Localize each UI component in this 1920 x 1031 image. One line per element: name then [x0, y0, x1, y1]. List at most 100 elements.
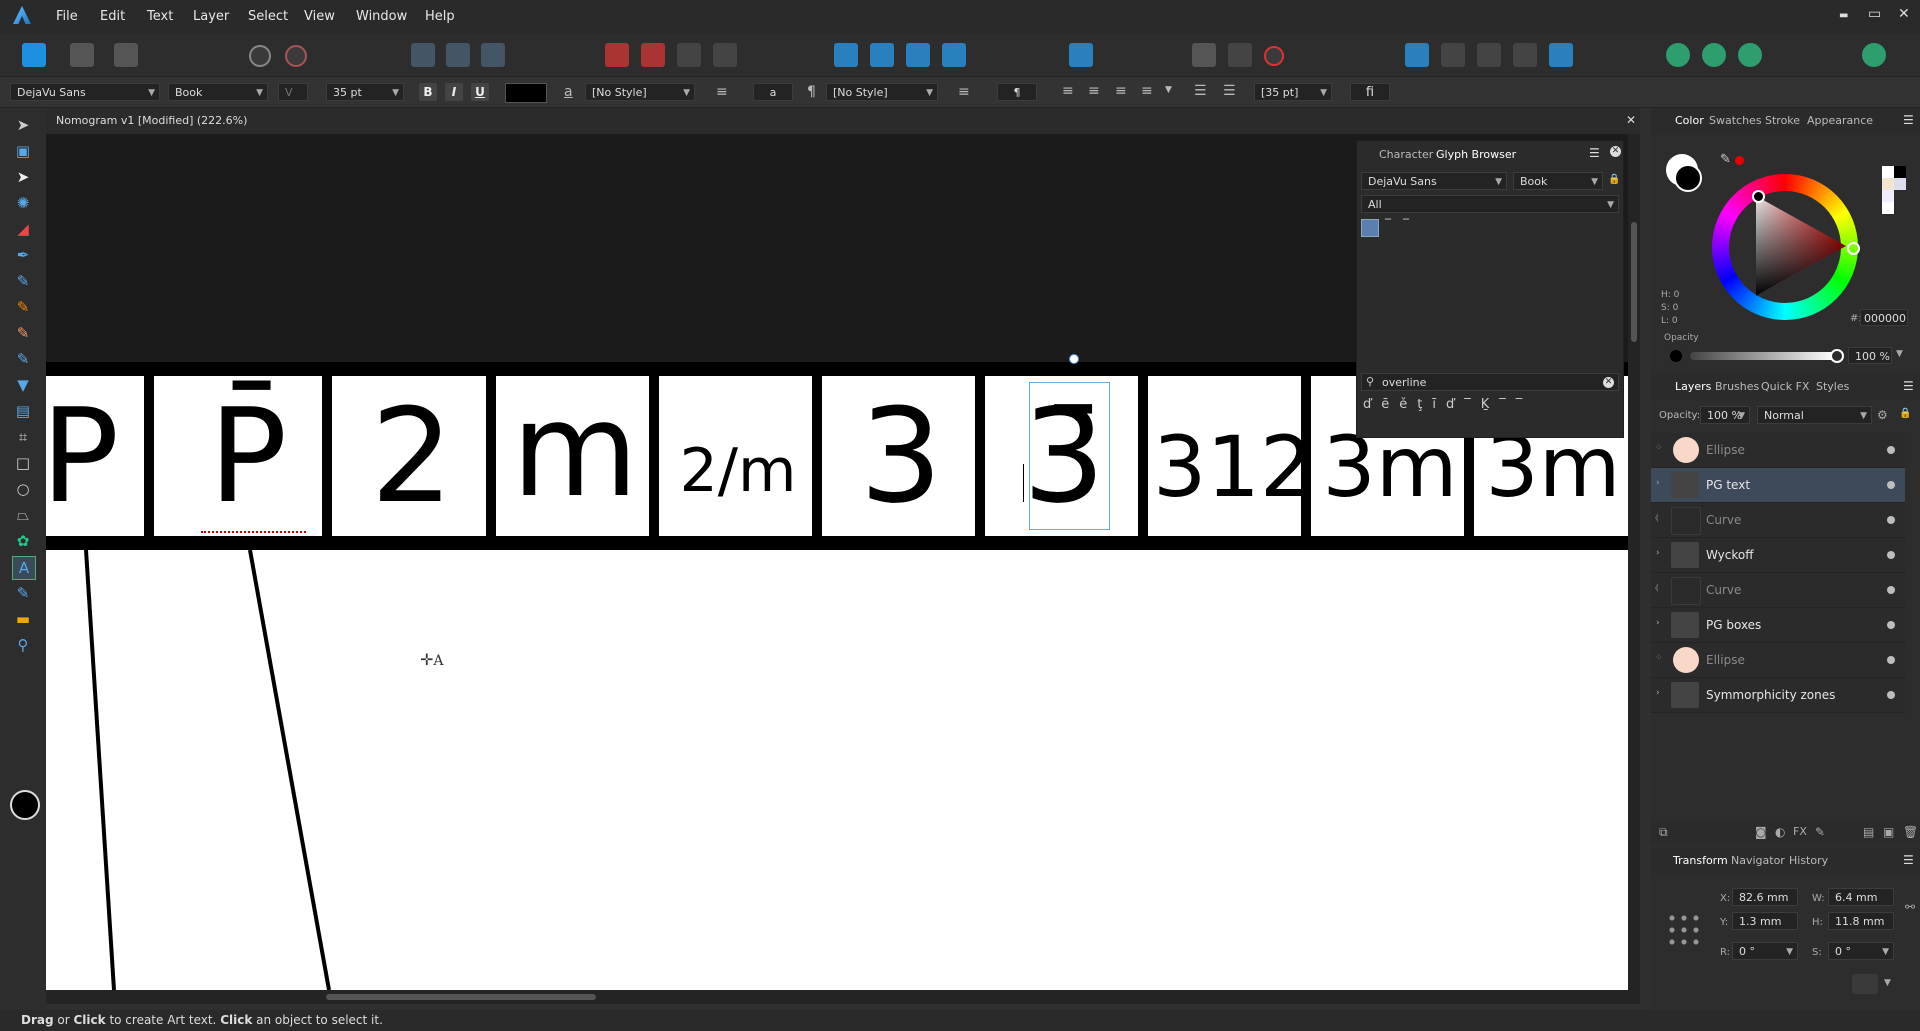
align-center-icon[interactable]: ≡ — [1088, 83, 1100, 99]
group-layer-icon[interactable]: ▣ — [1883, 825, 1894, 839]
cell-p-overline[interactable]: P̄ — [174, 376, 322, 536]
glyph-cell[interactable]: ‾ — [1403, 217, 1409, 231]
tab-quick-fx[interactable]: Quick FX — [1761, 380, 1809, 393]
tab-color[interactable]: Color — [1675, 114, 1704, 127]
color-picker-icon[interactable]: ✎ — [12, 582, 34, 604]
settings-icon[interactable] — [249, 45, 271, 67]
transform-option-dropdown-icon[interactable]: ▼ — [1884, 978, 1891, 988]
tab-swatches[interactable]: Swatches — [1709, 114, 1762, 127]
move-tool-icon[interactable]: ➤ — [12, 114, 34, 136]
cell-3[interactable]: 3 — [827, 376, 975, 536]
cell-p[interactable]: P — [46, 376, 144, 536]
designer-persona-icon[interactable] — [22, 43, 46, 67]
layer-row[interactable]: ⁘ Ellipse — [1651, 433, 1905, 468]
char-style-preview[interactable]: a — [753, 83, 793, 101]
glyph-result[interactable]: ‾ — [1464, 397, 1481, 412]
minimize-button[interactable]: ▬ — [1839, 10, 1848, 21]
layer-row[interactable]: › Wyckoff — [1651, 538, 1905, 573]
menu-text[interactable]: Text — [147, 9, 173, 24]
opacity-dropdown-icon[interactable]: ▼ — [1896, 349, 1903, 359]
leading-field[interactable]: [35 pt] ▼ — [1254, 83, 1332, 101]
glyph-font-select[interactable]: DejaVu Sans ▼ — [1361, 172, 1507, 190]
opacity-field[interactable]: 100 % — [1848, 347, 1892, 364]
divide-icon[interactable] — [1549, 43, 1573, 67]
pixel-persona-icon[interactable] — [70, 43, 94, 67]
align-right-icon[interactable]: ≡ — [1115, 83, 1127, 99]
eyedropper-icon[interactable]: ✎ — [1720, 152, 1731, 167]
tab-character[interactable]: Character — [1379, 148, 1433, 161]
transform-option-button[interactable] — [1852, 974, 1878, 994]
pen-tool-icon[interactable]: ✒ — [12, 244, 34, 266]
panel-menu-icon[interactable]: ☰ — [1589, 146, 1600, 160]
glyph-cell[interactable]: ‾ — [1385, 217, 1391, 231]
transparency-tool-icon[interactable]: ✎ — [12, 348, 34, 370]
add-icon[interactable] — [1405, 43, 1429, 67]
group-icon[interactable] — [411, 43, 435, 67]
align-dropdown-icon[interactable]: ▼ — [1165, 85, 1172, 95]
font-style-select[interactable]: Book ▼ — [168, 83, 268, 101]
vector-brush-icon[interactable]: ✎ — [12, 270, 34, 292]
vertical-scrollbar[interactable] — [1628, 134, 1640, 990]
brush-tool-icon[interactable]: ✎ — [12, 322, 34, 344]
swatch-grid[interactable] — [1882, 166, 1908, 214]
brush-layer-icon[interactable]: ✎ — [1815, 825, 1825, 839]
node-tool-icon[interactable]: ➤ — [12, 166, 34, 188]
tab-navigator[interactable]: Navigator — [1731, 854, 1785, 867]
glyph-result[interactable]: ď — [1363, 397, 1381, 412]
blend-mode-select[interactable]: Normal ▼ — [1757, 406, 1872, 424]
fx-icon[interactable]: FX — [1793, 825, 1807, 838]
document-tab[interactable]: Nomogram v1 [Modified] (222.6%) ✕ — [46, 108, 1640, 134]
visibility-toggle[interactable] — [1887, 621, 1895, 629]
glyph-result[interactable]: ‾ — [1516, 397, 1533, 412]
layer-row[interactable]: ⁘ Ellipse — [1651, 643, 1905, 678]
numbered-list-icon[interactable]: ☰ — [1223, 83, 1236, 99]
visibility-toggle[interactable] — [1887, 586, 1895, 594]
arrange-back-icon[interactable] — [605, 43, 629, 67]
share-icon[interactable] — [1702, 43, 1726, 67]
delete-layer-icon[interactable]: 🗑 — [1903, 825, 1918, 839]
shape-tool-icon[interactable]: ⏢ — [12, 504, 34, 526]
panel-menu-icon[interactable]: ☰ — [1903, 379, 1914, 393]
canvas-artboard[interactable]: P P̄ 2 m 2/m 3 3̄ 312 3m 3m ✛A — [46, 362, 1628, 990]
panel-menu-icon[interactable]: ☰ — [1903, 853, 1914, 867]
layer-lock-icon[interactable]: 🔒 — [1899, 408, 1911, 419]
tab-stroke[interactable]: Stroke — [1765, 114, 1800, 127]
opacity-slider-handle[interactable] — [1830, 349, 1844, 363]
tab-history[interactable]: History — [1789, 854, 1828, 867]
text-color-swatch[interactable] — [505, 83, 547, 103]
glyph-result[interactable]: ď — [1446, 397, 1464, 412]
restore-button[interactable]: ▭ — [1868, 6, 1881, 22]
paragraph-preview[interactable]: ¶ — [997, 83, 1037, 101]
tracking-icon[interactable]: V — [278, 83, 308, 101]
ligature-button[interactable]: fi — [1350, 83, 1390, 101]
menu-help[interactable]: Help — [425, 9, 455, 24]
tab-styles[interactable]: Styles — [1816, 380, 1849, 393]
glyph-style-select[interactable]: Book ▼ — [1513, 172, 1603, 190]
fill-tool-icon[interactable]: ✎ — [12, 296, 34, 318]
layer-row[interactable]: ⦉ Curve — [1651, 503, 1905, 538]
xor-icon[interactable] — [1513, 43, 1537, 67]
glyph-result[interactable]: ‾ — [1499, 397, 1516, 412]
arrange-forward-icon[interactable] — [677, 43, 701, 67]
artboard-tool-icon[interactable]: ▣ — [12, 140, 34, 162]
rectangle-tool-icon[interactable]: □ — [12, 452, 34, 474]
add-layer-icon[interactable]: ▤ — [1863, 825, 1874, 839]
underline-button[interactable]: U — [471, 83, 489, 101]
layer-row[interactable]: ⦉ Curve — [1651, 573, 1905, 608]
close-document-button[interactable]: ✕ — [1626, 113, 1636, 127]
subtract-icon[interactable] — [1441, 43, 1465, 67]
anchor-grid[interactable] — [1666, 912, 1702, 948]
cell-312[interactable]: 312 — [1153, 376, 1313, 536]
glyph-result[interactable]: ě — [1399, 397, 1417, 412]
crop-tool-icon[interactable]: ⌗ — [12, 426, 34, 448]
visibility-toggle[interactable] — [1887, 516, 1895, 524]
user-icon[interactable] — [1666, 43, 1690, 67]
align-icon[interactable] — [1069, 43, 1093, 67]
menu-select[interactable]: Select — [248, 9, 288, 24]
app-logo-icon[interactable] — [13, 6, 31, 24]
tab-appearance[interactable]: Appearance — [1807, 114, 1873, 127]
glyph-result[interactable]: ī — [1432, 397, 1446, 412]
cell-2m[interactable]: 2/m — [664, 376, 812, 536]
arrange-backward-icon[interactable] — [641, 43, 665, 67]
menu-file[interactable]: File — [56, 9, 78, 24]
